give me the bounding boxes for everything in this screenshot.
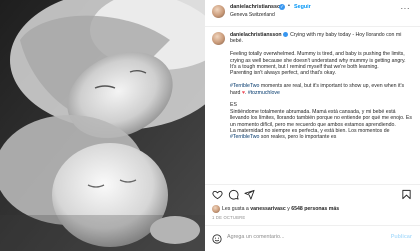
caption-body: danielachristiansson Crying with my baby… bbox=[230, 32, 412, 141]
header-separator: • bbox=[288, 3, 290, 9]
post-photo[interactable] bbox=[0, 0, 205, 251]
liked-by-user[interactable]: vanessarivasc bbox=[250, 206, 285, 212]
header-location[interactable]: Geneva Switzerland bbox=[230, 12, 275, 18]
caption-username[interactable]: danielachristiansson bbox=[230, 32, 282, 38]
post-actions: Les gusta a vanessarivasc y 6548 persona… bbox=[205, 184, 420, 251]
verified-badge-icon: ✓ bbox=[279, 3, 285, 10]
hashtag-tozmuchlove[interactable]: #tozmuchlove bbox=[248, 90, 280, 96]
comment-bar: Agrega un comentario... Publicar bbox=[205, 225, 420, 252]
post-caption: danielachristiansson Crying with my baby… bbox=[205, 27, 420, 182]
emoji-icon[interactable] bbox=[212, 234, 222, 244]
caption-paragraph-3c: son reales, pero lo importante es bbox=[259, 134, 337, 141]
caption-paragraph-3b: La maternidad no siempre es perfecta, y … bbox=[230, 128, 390, 135]
header-avatar[interactable] bbox=[212, 5, 225, 18]
post-side-panel: danielachristiansson ✓ • Seguir Geneva S… bbox=[205, 0, 420, 251]
publish-button[interactable]: Publicar bbox=[391, 234, 412, 240]
post-header: danielachristiansson ✓ • Seguir Geneva S… bbox=[205, 0, 420, 27]
share-icon[interactable] bbox=[244, 189, 255, 200]
liked-by-count[interactable]: 6548 personas más bbox=[291, 206, 339, 212]
hashtag-terribletwo[interactable]: #TerribleTwo bbox=[230, 83, 259, 89]
caption-paragraph-1: Feeling totally overwhelmed. Mummy is ti… bbox=[230, 51, 406, 71]
comment-icon[interactable] bbox=[228, 189, 239, 200]
liker-avatar bbox=[212, 205, 220, 213]
more-options-icon[interactable]: ··· bbox=[401, 4, 411, 13]
caption-verified-icon bbox=[282, 32, 288, 38]
caption-paragraph-3: Sintiéndome totalmente abrumada. Mamá es… bbox=[230, 108, 412, 128]
hashtag-terribletwo-es[interactable]: #TerribleTwo bbox=[230, 134, 259, 140]
post-timestamp: 1 DE OCTUBRE bbox=[212, 215, 246, 220]
liked-by-middle: y bbox=[287, 206, 290, 212]
caption-avatar[interactable] bbox=[212, 32, 225, 45]
heart-icon[interactable] bbox=[212, 189, 223, 200]
bookmark-icon[interactable] bbox=[401, 189, 412, 200]
follow-button[interactable]: Seguir bbox=[294, 4, 311, 10]
likes-summary[interactable]: Les gusta a vanessarivasc y 6548 persona… bbox=[212, 205, 339, 213]
comment-input[interactable]: Agrega un comentario... bbox=[227, 234, 285, 240]
liked-by-prefix: Les gusta a bbox=[222, 206, 249, 212]
header-username[interactable]: danielachristiansson bbox=[230, 4, 284, 10]
instagram-post: danielachristiansson ✓ • Seguir Geneva S… bbox=[0, 0, 420, 251]
photo-mother-child bbox=[0, 0, 205, 251]
